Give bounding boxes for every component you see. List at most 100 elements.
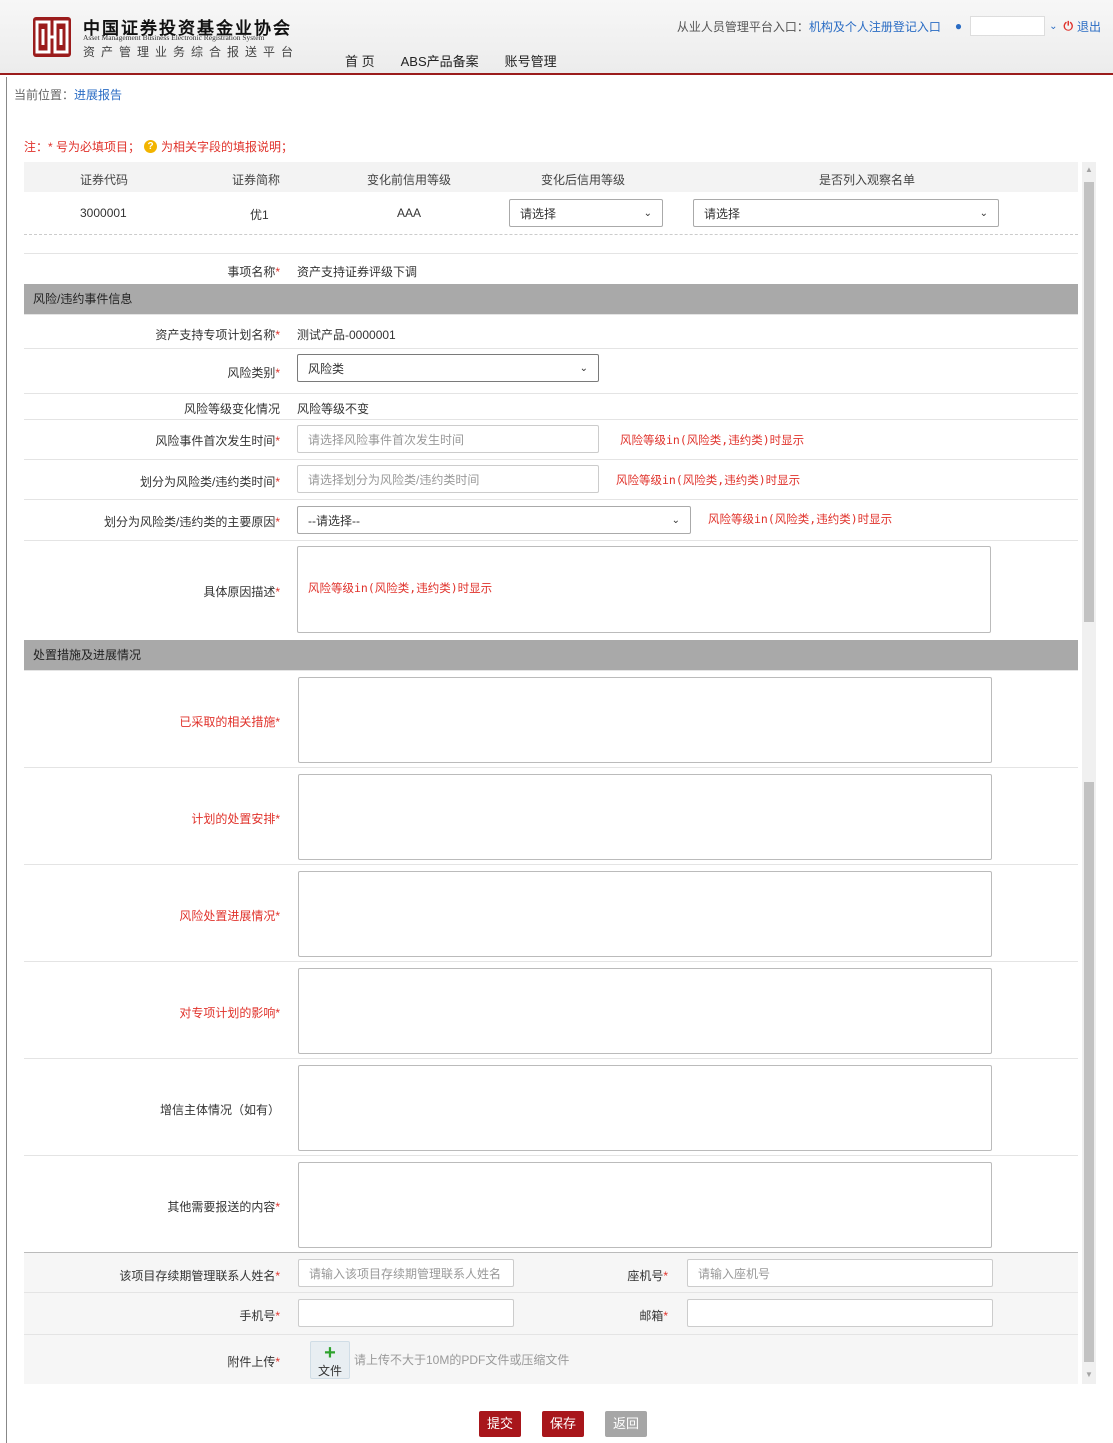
row-risk-type: 风险类别* 风险类 ⌄ <box>24 348 1078 393</box>
top-right-bar: 从业人员管理平台入口： 机构及个人注册登记入口 ● ⌄ ⏻ 退出 <box>677 16 1101 36</box>
main-reason-label: 划分为风险类/违约类的主要原因* <box>103 515 280 529</box>
main-reason-hint: 风险等级in(风险类,违约类)时显示 <box>708 512 893 526</box>
col-code: 证券代码 <box>80 173 129 187</box>
row-credit: 增信主体情况（如有） <box>24 1058 1078 1155</box>
chevron-down-icon[interactable]: ⌄ <box>1049 21 1057 32</box>
upload-file-button[interactable]: + 文件 <box>310 1341 350 1379</box>
email-label: 邮箱* <box>639 1309 668 1323</box>
scrollbar-track-segment <box>1084 782 1094 1362</box>
breadcrumb: 当前位置：进展报告 <box>14 86 122 103</box>
classify-time-hint: 风险等级in(风险类,违约类)时显示 <box>616 473 801 487</box>
section-disposal: 处置措施及进展情况 <box>24 640 1078 670</box>
risk-type-select[interactable]: 风险类 ⌄ <box>297 354 599 382</box>
plan-label: 计划的处置安排* <box>191 812 280 826</box>
description-textarea[interactable]: 风险等级in(风险类,违约类)时显示 <box>297 546 991 633</box>
system-name: 资产管理业务综合报送平台 <box>83 45 300 59</box>
mobile-input[interactable] <box>298 1299 514 1327</box>
required-note: 注：* 号为必填项目； ? 为相关字段的填报说明； <box>24 138 293 155</box>
row-classify-time: 划分为风险类/违约类时间* 请选择划分为风险类/违约类时间 风险等级in(风险类… <box>24 459 1078 499</box>
row-measures: 已采取的相关措施* <box>24 670 1078 767</box>
plan-name-label: 资产支持专项计划名称* <box>155 328 280 342</box>
first-time-label: 风险事件首次发生时间* <box>155 434 280 448</box>
watchlist-value: 请选择 <box>704 206 741 221</box>
event-name-label: 事项名称* <box>227 265 280 279</box>
plan-textarea[interactable] <box>298 774 992 860</box>
chevron-down-icon: ⌄ <box>671 514 680 526</box>
row-plan: 计划的处置安排* <box>24 767 1078 864</box>
row-mobile: 手机号* 邮箱* <box>24 1292 1078 1334</box>
top-header: 中国证券投资基金业协会 Asset Management Business El… <box>0 0 1113 75</box>
event-name-value: 资产支持证券评级下调 <box>297 265 418 279</box>
row-other: 其他需要报送的内容* <box>24 1155 1078 1252</box>
divider <box>24 234 1078 235</box>
col-watchlist: 是否列入观察名单 <box>819 173 916 187</box>
progress-label: 风险处置进展情况* <box>179 909 280 923</box>
entry-label: 从业人员管理平台入口： <box>676 19 809 34</box>
first-time-hint: 风险等级in(风险类,违约类)时显示 <box>620 433 805 447</box>
save-button[interactable]: 保存 <box>542 1411 585 1437</box>
row-contact: 该项目存续期管理联系人姓名* 请输入该项目存续期管理联系人姓名 座机号* 请输入… <box>24 1252 1078 1292</box>
back-button[interactable]: 返回 <box>605 1411 648 1437</box>
upload-tip: 请上传不大于10M的PDF文件或压缩文件 <box>354 1353 570 1367</box>
other-textarea[interactable] <box>298 1162 992 1248</box>
col-rating-before: 变化前信用等级 <box>367 173 452 187</box>
other-label: 其他需要报送的内容* <box>167 1200 280 1214</box>
upload-button-label: 文件 <box>317 1364 342 1378</box>
email-input[interactable] <box>687 1299 993 1327</box>
submit-button[interactable]: 提交 <box>479 1411 522 1437</box>
classify-time-input[interactable]: 请选择划分为风险类/违约类时间 <box>297 465 599 493</box>
power-icon[interactable]: ⏻ <box>1063 19 1073 34</box>
impact-label: 对专项计划的影响* <box>179 1006 280 1020</box>
col-rating-after: 变化后信用等级 <box>541 173 626 187</box>
scroll-up-icon[interactable]: ▲ <box>1085 165 1093 174</box>
user-dropdown[interactable] <box>970 16 1046 36</box>
org-name-en: Asset Management Business Electronic Reg… <box>83 33 265 42</box>
chevron-down-icon: ⌄ <box>579 362 588 374</box>
help-icon: ? <box>144 140 158 153</box>
watchlist-select[interactable]: 请选择 ⌄ <box>693 199 999 227</box>
scroll-down-icon[interactable]: ▼ <box>1085 1370 1093 1379</box>
nav-home[interactable]: 首 页 <box>345 51 375 71</box>
page-left-border <box>6 77 7 1443</box>
row-description: 具体原因描述* 风险等级in(风险类,违约类)时显示 <box>24 540 1078 638</box>
measures-textarea[interactable] <box>298 677 992 763</box>
user-icon: ● <box>954 19 963 33</box>
contact-label: 该项目存续期管理联系人姓名* <box>119 1269 280 1283</box>
panel-scrollbar[interactable]: ▲ ▼ <box>1082 162 1096 1384</box>
securities-table-header: 证券代码 证券简称 变化前信用等级 变化后信用等级 是否列入观察名单 <box>24 162 1078 192</box>
contact-input[interactable]: 请输入该项目存续期管理联系人姓名 <box>298 1259 514 1287</box>
attachment-label: 附件上传* <box>227 1355 280 1369</box>
rating-after-select[interactable]: 请选择 ⌄ <box>509 199 663 227</box>
plus-icon: + <box>324 1342 336 1364</box>
logout-link[interactable]: 退出 <box>1077 18 1101 35</box>
rating-after-value: 请选择 <box>520 206 557 221</box>
landline-label: 座机号* <box>627 1269 668 1283</box>
scrollbar-thumb[interactable] <box>1084 182 1094 622</box>
main-nav: 首 页 ABS产品备案 账号管理 <box>345 51 583 71</box>
col-short-name: 证券简称 <box>232 173 281 187</box>
row-main-reason: 划分为风险类/违约类的主要原因* --请选择-- ⌄ 风险等级in(风险类,违约类… <box>24 499 1078 540</box>
form-panel: 证券代码 证券简称 变化前信用等级 变化后信用等级 是否列入观察名单 30000… <box>24 162 1078 1384</box>
row-impact: 对专项计划的影响* <box>24 961 1078 1058</box>
classify-time-label: 划分为风险类/违约类时间* <box>139 475 280 489</box>
nav-account[interactable]: 账号管理 <box>505 51 557 71</box>
breadcrumb-current[interactable]: 进展报告 <box>74 88 122 102</box>
progress-textarea[interactable] <box>298 871 992 957</box>
note-text-required: 注：* 号为必填项目； <box>24 140 141 154</box>
row-plan-name: 资产支持专项计划名称* 测试产品-0000001 <box>24 314 1078 348</box>
registration-entry-link[interactable]: 机构及个人注册登记入口 <box>809 18 941 35</box>
landline-input[interactable]: 请输入座机号 <box>687 1259 993 1287</box>
row-attachment: 附件上传* + 文件 请上传不大于10M的PDF文件或压缩文件 <box>24 1334 1078 1384</box>
impact-textarea[interactable] <box>298 968 992 1054</box>
risk-change-label: 风险等级变化情况 <box>183 402 280 416</box>
chevron-down-icon: ⌄ <box>643 207 652 219</box>
row-first-time: 风险事件首次发生时间* 请选择风险事件首次发生时间 风险等级in(风险类,违约类… <box>24 419 1078 459</box>
first-time-input[interactable]: 请选择风险事件首次发生时间 <box>297 425 599 453</box>
credit-label: 增信主体情况（如有） <box>159 1103 280 1117</box>
credit-textarea[interactable] <box>298 1065 992 1151</box>
nav-abs-filing[interactable]: ABS产品备案 <box>401 51 479 71</box>
mobile-label: 手机号* <box>239 1309 280 1323</box>
description-label: 具体原因描述* <box>203 585 280 599</box>
row-progress: 风险处置进展情况* <box>24 864 1078 961</box>
main-reason-select[interactable]: --请选择-- ⌄ <box>297 506 691 534</box>
